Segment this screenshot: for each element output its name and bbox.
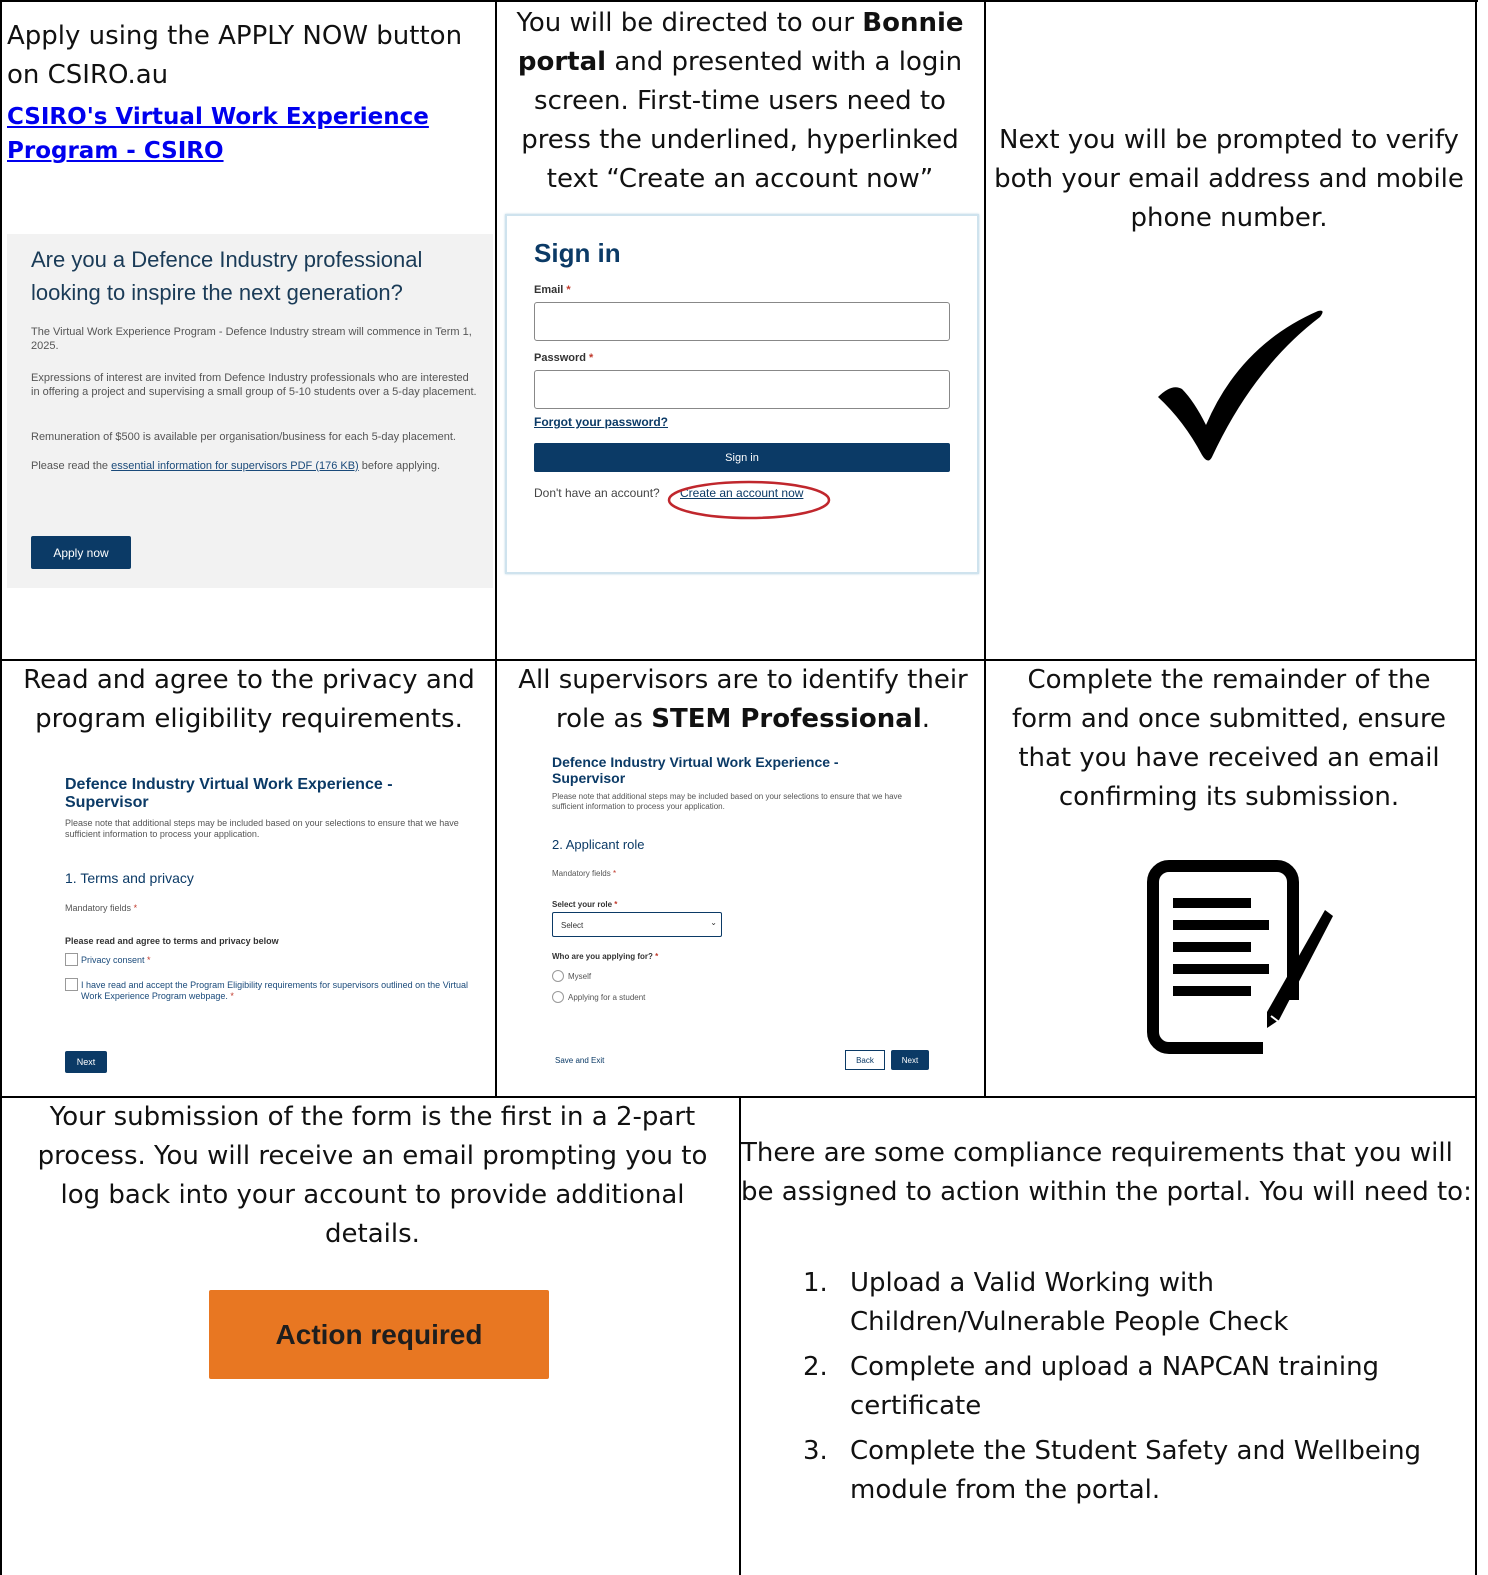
role-form-screenshot: Defence Industry Virtual Work Experience… (505, 745, 975, 1090)
essential-info-link[interactable]: essential information for supervisors PD… (111, 460, 359, 472)
section-heading: 1. Terms and privacy (65, 870, 194, 886)
chevron-down-icon: ⌄ (710, 918, 717, 927)
screenshot-para-4: Please read the essential information fo… (31, 460, 441, 472)
email-label: Email * (534, 284, 571, 296)
section-heading: 2. Applicant role (552, 837, 645, 852)
apply-now-button[interactable]: Apply now (31, 536, 131, 569)
select-value: Select (561, 921, 584, 930)
signin-title: Sign in (534, 238, 621, 268)
table-border-top (0, 0, 1478, 2)
who-label: Who are you applying for? * (552, 952, 659, 961)
form-title: Defence Industry Virtual Work Experience… (552, 754, 839, 786)
cell3-text: Next you will be prompted to verify both… (994, 125, 1464, 233)
list-item: 3. Complete the Student Safety and Wellbe… (803, 1436, 1422, 1505)
checkmark-icon (1158, 310, 1323, 461)
table-border-right (1475, 0, 1477, 1575)
cell4-text: Read and agree to the privacy and progra… (23, 665, 475, 734)
terms-prompt: Please read and agree to terms and priva… (65, 936, 279, 946)
mandatory-note: Mandatory fields * (65, 903, 138, 913)
screenshot-para-3: Remuneration of $500 is available per or… (31, 431, 456, 443)
document-edit-icon (1147, 860, 1333, 1056)
cell8-intro: There are some compliance requirements t… (741, 1138, 1472, 1207)
no-account-text: Don't have an account? (534, 486, 660, 500)
signin-button[interactable]: Sign in (534, 443, 950, 472)
screenshot-heading: Are you a Defence Industry professional … (31, 247, 423, 305)
eligibility-label: I have read and accept the Program Eligi… (81, 980, 469, 1001)
back-button[interactable]: Back (845, 1050, 885, 1070)
email-field[interactable] (534, 302, 950, 341)
list-item: 2. Complete and upload a NAPCAN training … (803, 1352, 1380, 1421)
highlight-circle (667, 480, 831, 520)
cell1-intro: Apply using the APPLY NOW button on CSIR… (7, 21, 463, 90)
eligibility-checkbox[interactable] (65, 978, 78, 991)
cell6-text: Complete the remainder of the form and o… (1011, 665, 1447, 812)
form-title: Defence Industry Virtual Work Experience… (65, 776, 393, 811)
cell7-text: Your submission of the form is the first… (37, 1102, 708, 1249)
mandatory-note: Mandatory fields * (552, 869, 617, 878)
student-radio[interactable] (552, 991, 564, 1003)
role-select[interactable]: Select ⌄ (552, 912, 722, 937)
list-item: 1. Upload a Valid Working with Children/V… (803, 1268, 1289, 1337)
myself-radio[interactable] (552, 970, 564, 982)
privacy-consent-label: Privacy consent * (81, 955, 151, 965)
signin-screenshot: Sign in Email * Password * Forgot your p… (505, 214, 979, 574)
terms-next-button[interactable]: Next (65, 1051, 107, 1073)
screenshot-para-1: The Virtual Work Experience Program - De… (31, 326, 472, 352)
csiro-program-link[interactable]: CSIRO's Virtual Work Experience Program … (7, 100, 492, 168)
screenshot-para-2: Expressions of interest are invited from… (31, 372, 477, 398)
table-border-left (0, 0, 2, 1575)
action-required-badge: Action required (209, 1290, 549, 1379)
requirements-list: 1. Upload a Valid Working with Children/V… (803, 1264, 1423, 1516)
myself-label: Myself (568, 972, 592, 981)
col-divider-1 (495, 0, 497, 1097)
forgot-password-link[interactable]: Forgot your password? (534, 415, 668, 429)
cell2-text: You will be directed to our Bonnie porta… (516, 8, 964, 194)
form-note: Please note that additional steps may be… (65, 818, 459, 839)
student-label: Applying for a student (568, 993, 646, 1002)
privacy-consent-checkbox[interactable] (65, 953, 78, 966)
role-next-button[interactable]: Next (891, 1050, 929, 1070)
save-exit-link[interactable]: Save and Exit (555, 1055, 604, 1066)
col-divider-2 (984, 0, 986, 1097)
role-label: Select your role * (552, 900, 618, 909)
password-label: Password * (534, 352, 594, 364)
csiro-apply-screenshot: Are you a Defence Industry professional … (7, 234, 493, 588)
form-note: Please note that additional steps may be… (552, 792, 903, 811)
cell5-text: All supervisors are to identify their ro… (518, 665, 968, 734)
terms-form-screenshot: Defence Industry Virtual Work Experience… (7, 760, 493, 1090)
password-field[interactable] (534, 370, 950, 409)
